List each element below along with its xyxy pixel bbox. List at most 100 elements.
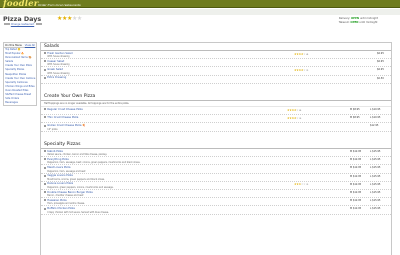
item-price-large[interactable]: L $15.95 <box>370 166 380 169</box>
add-item-checkbox[interactable] <box>44 60 46 63</box>
item-price-large[interactable]: L $10.95 <box>370 108 380 111</box>
menu-content: Salads Fresh Garden Salad With house dress… <box>40 42 392 255</box>
item-price[interactable]: M $12.95 <box>350 150 361 153</box>
item-price[interactable]: $6.95 <box>377 52 384 55</box>
item-rating-stars: ★★★★★ (8) <box>287 107 302 112</box>
map-icon <box>36 23 42 26</box>
item-description: Bacon, cheddar cheese and beef. <box>47 194 84 198</box>
item-price[interactable]: M $12.95 <box>350 207 361 210</box>
item-rating-stars: ★★★★★ (3) <box>287 115 302 120</box>
item-name[interactable]: Thin Crust Cheese Pizza <box>47 116 78 119</box>
item-name[interactable]: Double Cheese Bacon Burger Pizza <box>47 191 92 194</box>
item-price-large[interactable]: L $15.95 <box>370 150 380 153</box>
item-price-large[interactable]: L $15.95 <box>370 191 380 194</box>
item-price[interactable]: M $8.95 <box>350 116 360 119</box>
menu-item[interactable]: Caesar Salad With house dressing $6.95 <box>41 59 391 68</box>
item-price-large[interactable]: L $15.95 <box>370 158 380 161</box>
item-price-large[interactable]: $12.95 <box>370 124 378 127</box>
item-name[interactable]: Kabob Pizza <box>47 150 63 153</box>
item-name[interactable]: Veggie Lovers Pizza <box>47 174 73 177</box>
menu-item[interactable]: Gluten Crust Cheese Pizza 🍕 12" pizza $12.… <box>41 123 391 132</box>
status-box: Delivery: OPEN until midnight Takeout: O… <box>339 17 378 25</box>
item-description: With house dressing <box>47 71 70 75</box>
menu-item[interactable]: Fresh Garden Salad With house dressing ★★★… <box>41 51 391 60</box>
menu-item[interactable]: Greek Salad With house dressing ★★★★★ (7) $… <box>41 67 391 76</box>
item-price[interactable]: M $12.95 <box>350 183 361 186</box>
takeout-status: Takeout: OPEN until midnight <box>338 21 378 24</box>
sidebar-item[interactable]: Beverages <box>4 101 36 105</box>
menu-item[interactable]: Kabob Pizza Italian sauce, chicken, bacon… <box>41 149 391 158</box>
item-name[interactable]: Gluten Crust Cheese Pizza 🍕 <box>47 124 85 127</box>
add-item-checkbox[interactable] <box>44 191 46 194</box>
add-item-checkbox[interactable] <box>44 207 46 210</box>
menu-section: Specialty Pizzas Kabob Pizza Italian sauce… <box>41 141 391 215</box>
item-description: Italian sauce, chicken, bacon and feta c… <box>47 153 108 157</box>
add-item-checkbox[interactable] <box>44 150 46 153</box>
item-price[interactable]: $6.95 <box>377 68 384 71</box>
item-description: With house dressing <box>47 55 70 59</box>
item-description: Pepperoni, green peppers, onions, mushro… <box>47 186 114 190</box>
add-item-checkbox[interactable] <box>44 116 46 119</box>
tagline: Order from local restaurants <box>38 2 81 7</box>
menu-item[interactable]: Extra Dressing $0.50 <box>41 76 391 84</box>
item-price-large[interactable]: L $10.95 <box>370 116 380 119</box>
add-item-checkbox[interactable] <box>44 199 46 202</box>
item-price[interactable]: M $12.95 <box>350 166 361 169</box>
item-description: Pepperoni, ham, sausage, beef, onions, g… <box>47 161 141 165</box>
item-price[interactable]: $6.95 <box>377 60 384 63</box>
item-name[interactable]: Hawaiian Pizza <box>47 199 66 202</box>
item-name[interactable]: Deluxe Lovers Pizza <box>47 182 73 185</box>
foodler-logo[interactable]: foodler <box>3 0 38 9</box>
item-price[interactable]: $0.50 <box>377 77 384 80</box>
item-price-large[interactable]: L $15.95 <box>370 183 380 186</box>
add-item-checkbox[interactable] <box>44 183 46 186</box>
menu-item[interactable]: Deluxe Lovers Pizza Pepperoni, green pepp… <box>41 182 391 190</box>
section-title: Salads <box>41 43 391 51</box>
item-price-large[interactable]: L $15.95 <box>370 175 380 178</box>
item-price[interactable]: M $12.95 <box>350 175 361 178</box>
info-icon <box>4 23 10 26</box>
item-price[interactable]: M $12.95 <box>350 158 361 161</box>
item-name[interactable]: Everything Pizza <box>47 158 68 161</box>
item-price[interactable]: M $12.95 <box>350 191 361 194</box>
menu-item[interactable]: Buffalo Chicken Pizza Crispy chicken with… <box>41 206 391 215</box>
add-item-checkbox[interactable] <box>44 76 46 79</box>
item-name[interactable]: Caesar Salad <box>47 60 64 63</box>
item-name[interactable]: Extra Dressing <box>47 76 66 79</box>
change-restaurant-link[interactable]: Change restaurant <box>11 23 34 26</box>
add-item-checkbox[interactable] <box>44 108 46 111</box>
view-all-link[interactable]: View All <box>25 43 35 47</box>
item-description: Crispy chicken with hot sauce. Served wi… <box>47 210 109 214</box>
item-name[interactable]: Greek Salad <box>47 68 63 71</box>
item-description: 12" pizza <box>47 127 58 131</box>
menu-item[interactable]: Hawaiian Pizza Ham, pineapple and extra c… <box>41 198 391 207</box>
item-price-large[interactable]: L $15.95 <box>370 199 380 202</box>
item-rating-stars: ★★★★★ (1) <box>294 182 309 187</box>
sidebar-title: On this Menu <box>5 44 23 47</box>
menu-item[interactable]: Regular Crust Cheese Pizza ★★★★★ (8) M $8.… <box>41 107 391 116</box>
menu-item[interactable]: Thin Crust Cheese Pizza ★★★★★ (3) M $8.95 L… <box>41 115 391 124</box>
item-price[interactable]: M $8.95 <box>350 108 360 111</box>
rating-stars: ★★★★★ <box>57 15 82 22</box>
item-rating-stars: ★★★★★ (4) <box>294 51 309 56</box>
add-item-checkbox[interactable] <box>44 166 46 169</box>
menu-item[interactable]: Everything Pizza Pepperoni, ham, sausage,… <box>41 157 391 166</box>
item-name[interactable]: Meat Lovers Pizza <box>47 166 70 169</box>
add-item-checkbox[interactable] <box>44 174 46 177</box>
add-item-checkbox[interactable] <box>44 68 46 71</box>
item-name[interactable]: Fresh Garden Salad <box>47 52 72 55</box>
add-item-checkbox[interactable] <box>44 52 46 55</box>
add-item-checkbox[interactable] <box>44 124 46 127</box>
add-item-checkbox[interactable] <box>44 158 46 161</box>
item-name[interactable]: Buffalo Chicken Pizza <box>47 207 75 210</box>
menu-item[interactable]: Double Cheese Bacon Burger Pizza Bacon, c… <box>41 190 391 199</box>
item-description: With house dressing <box>47 63 70 67</box>
item-price[interactable]: M $12.95 <box>350 199 361 202</box>
menu-item[interactable]: Veggie Lovers Pizza Mushrooms, onions, gr… <box>41 174 391 182</box>
top-bar: foodler Order from local restaurants <box>0 0 400 9</box>
item-price-large[interactable]: L $15.95 <box>370 207 380 210</box>
section-title: Specialty Pizzas <box>41 141 391 149</box>
item-rating-stars: ★★★★★ (7) <box>294 67 309 72</box>
menu-item[interactable]: Meat Lovers Pizza Pepperoni, ham, sausage… <box>41 165 391 174</box>
item-name[interactable]: Regular Crust Cheese Pizza <box>47 108 82 111</box>
